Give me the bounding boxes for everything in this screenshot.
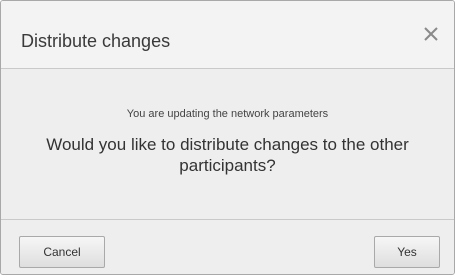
dialog-footer: Cancel Yes	[1, 219, 454, 274]
yes-button[interactable]: Yes	[374, 236, 440, 268]
dialog-question: Would you like to distribute changes to …	[46, 135, 409, 175]
dialog-body: You are updating the network parameters …	[1, 69, 454, 219]
cancel-button[interactable]: Cancel	[19, 236, 105, 268]
close-icon	[420, 23, 442, 45]
close-button[interactable]	[420, 23, 442, 45]
dialog-subtitle: You are updating the network parameters	[126, 108, 329, 120]
dialog-title: Distribute changes	[21, 31, 171, 51]
distribute-changes-dialog: Distribute changes You are updating the …	[0, 0, 455, 275]
dialog-header: Distribute changes	[1, 1, 454, 69]
